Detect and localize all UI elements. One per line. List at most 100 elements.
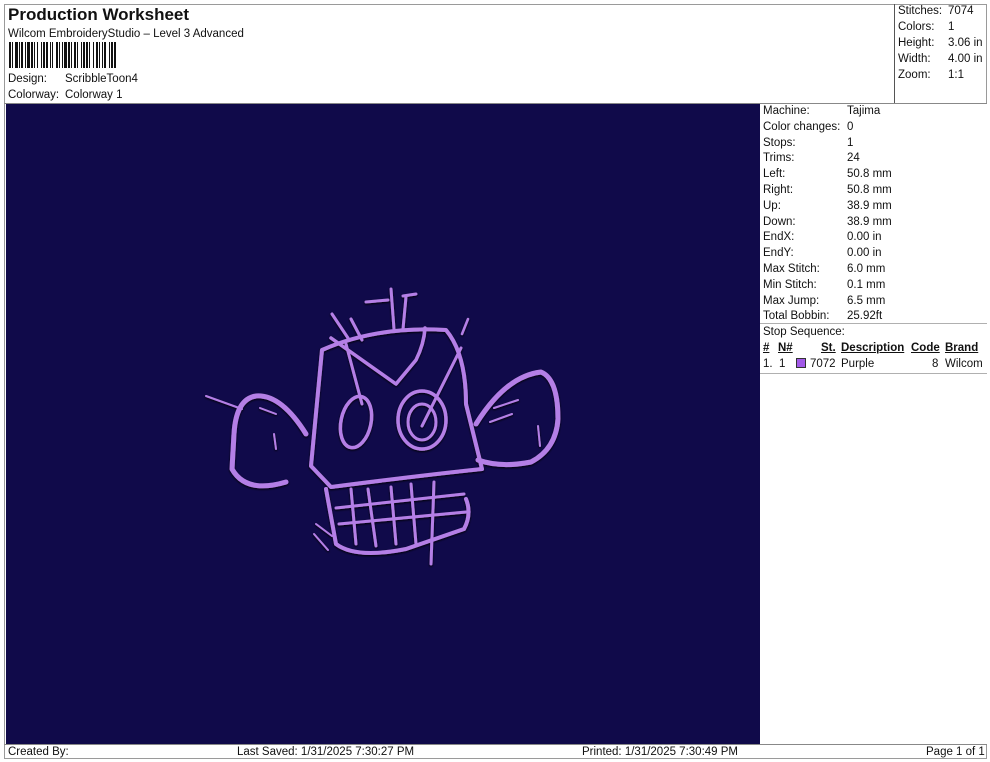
detail-row: Machine: Tajima (763, 105, 880, 117)
detail-label: Left: (763, 168, 786, 181)
colors-label: Colors: (898, 21, 935, 33)
tooth-v1 (349, 487, 358, 546)
colorway-label: Colorway: (8, 89, 60, 101)
detail-label: Stops: (763, 136, 796, 149)
zoom-value: 1:1 (948, 69, 964, 81)
col-header-brand: Brand (945, 342, 979, 354)
detail-row: EndY: 0.00 in (763, 247, 882, 260)
hair-3 (401, 295, 408, 331)
detail-label: Up: (763, 199, 781, 212)
detail-row: Left: 50.8 mm (763, 168, 892, 181)
width-row: Width: 4.00 in (898, 53, 983, 65)
page-number: Page 1 of 1 (926, 746, 985, 758)
accent-right-3 (537, 425, 541, 447)
brow-diag-right (420, 346, 463, 428)
detail-value: 50.8 mm (847, 168, 892, 181)
detail-value: 6.5 mm (847, 294, 886, 307)
detail-label: Trims: (763, 152, 795, 165)
hair-5 (330, 312, 350, 340)
stitches-value: 7074 (948, 5, 974, 17)
width-label: Width: (898, 53, 931, 65)
sequence-divider (760, 373, 987, 374)
hair-4 (401, 292, 418, 298)
detail-value: 24 (847, 152, 860, 165)
design-row: Design: ScribbleToon4 (0, 73, 300, 87)
row-description: Purple (841, 358, 875, 370)
detail-label: Right: (763, 184, 794, 196)
detail-value: Tajima (847, 105, 881, 117)
hair-2 (389, 287, 396, 331)
detail-row: Total Bobbin: 25.92ft (763, 310, 882, 323)
tooth-v2 (366, 487, 378, 548)
stitches-label: Stitches: (898, 5, 943, 17)
colors-value: 1 (948, 21, 955, 33)
stop-sequence-title: Stop Sequence: (763, 326, 845, 338)
row-brand: Wilcom (945, 358, 983, 370)
teeth-line-1 (334, 492, 466, 510)
design-label: Design: (8, 73, 47, 85)
detail-value: 0.1 mm (847, 278, 886, 291)
software-name: Wilcom EmbroideryStudio – Level 3 Advanc… (8, 28, 244, 40)
detail-value: 0.00 in (847, 231, 882, 244)
col-header-index: # (763, 342, 770, 354)
detail-row: Max Stitch: 6.0 mm (763, 263, 885, 275)
detail-row: Right: 50.8 mm (763, 184, 892, 196)
barcode-bar (116, 42, 118, 68)
detail-row: Trims: 24 (763, 152, 860, 165)
stitches-row: Stitches: 7074 (898, 5, 974, 17)
left-eye (338, 394, 374, 450)
accent-left-1 (205, 395, 243, 410)
left-ear (229, 393, 309, 489)
row-needle: 1 (779, 358, 786, 370)
zoom-label: Zoom: (898, 69, 931, 81)
detail-value: 50.8 mm (847, 184, 892, 196)
right-eye-inner (406, 402, 438, 442)
page-title: Production Worksheet (8, 5, 190, 24)
detail-label: Color changes: (763, 120, 841, 133)
detail-value: 0 (847, 120, 854, 133)
col-header-stitches: St. (821, 342, 836, 354)
detail-value: 6.0 mm (847, 263, 886, 275)
detail-value: 0.00 in (847, 247, 882, 260)
zoom-row: Zoom: 1:1 (898, 69, 964, 81)
detail-row: Color changes: 0 (763, 120, 853, 133)
detail-row: EndX: 0.00 in (763, 231, 882, 244)
right-ear (473, 369, 561, 468)
color-swatch (796, 358, 806, 368)
detail-label: EndY: (763, 247, 794, 260)
detail-label: Max Jump: (763, 294, 820, 307)
width-value: 4.00 in (948, 53, 983, 65)
brow-line (329, 326, 427, 386)
detail-row: Up: 38.9 mm (763, 199, 892, 212)
detail-row: Down: 38.9 mm (763, 216, 892, 228)
detail-label: Machine: (763, 105, 810, 117)
colorway-row: Colorway: Colorway 1 (0, 89, 300, 103)
height-label: Height: (898, 37, 935, 49)
detail-label: EndX: (763, 231, 795, 244)
accent-chin-2 (315, 523, 333, 537)
footer-divider (4, 744, 987, 745)
details-divider (760, 323, 987, 324)
detail-value: 38.9 mm (847, 215, 892, 228)
col-header-description: Description (841, 342, 905, 354)
detail-label: Max Stitch: (763, 263, 820, 275)
detail-label: Total Bobbin: (763, 310, 830, 323)
detail-row: Max Jump: 6.5 mm (763, 294, 885, 307)
design-value: ScribbleToon4 (65, 73, 138, 85)
tooth-v5 (429, 480, 436, 566)
tooth-v4 (409, 482, 418, 546)
colorway-value: Colorway 1 (65, 89, 123, 101)
accent-chin-1 (313, 533, 329, 551)
height-value: 3.06 in (948, 37, 983, 49)
height-row: Height: 3.06 in (898, 37, 983, 49)
hair-1 (364, 298, 390, 304)
created-by: Created By: (8, 746, 69, 758)
colors-row: Colors: 1 (898, 21, 954, 33)
accent-right-1 (493, 399, 519, 409)
detail-value: 1 (847, 136, 854, 149)
head-outline (309, 327, 484, 489)
row-code: 8 (932, 358, 939, 370)
detail-row: Min Stitch: 0.1 mm (763, 279, 885, 291)
detail-row: Stops: 1 (763, 136, 853, 149)
barcode-icon (9, 42, 195, 68)
